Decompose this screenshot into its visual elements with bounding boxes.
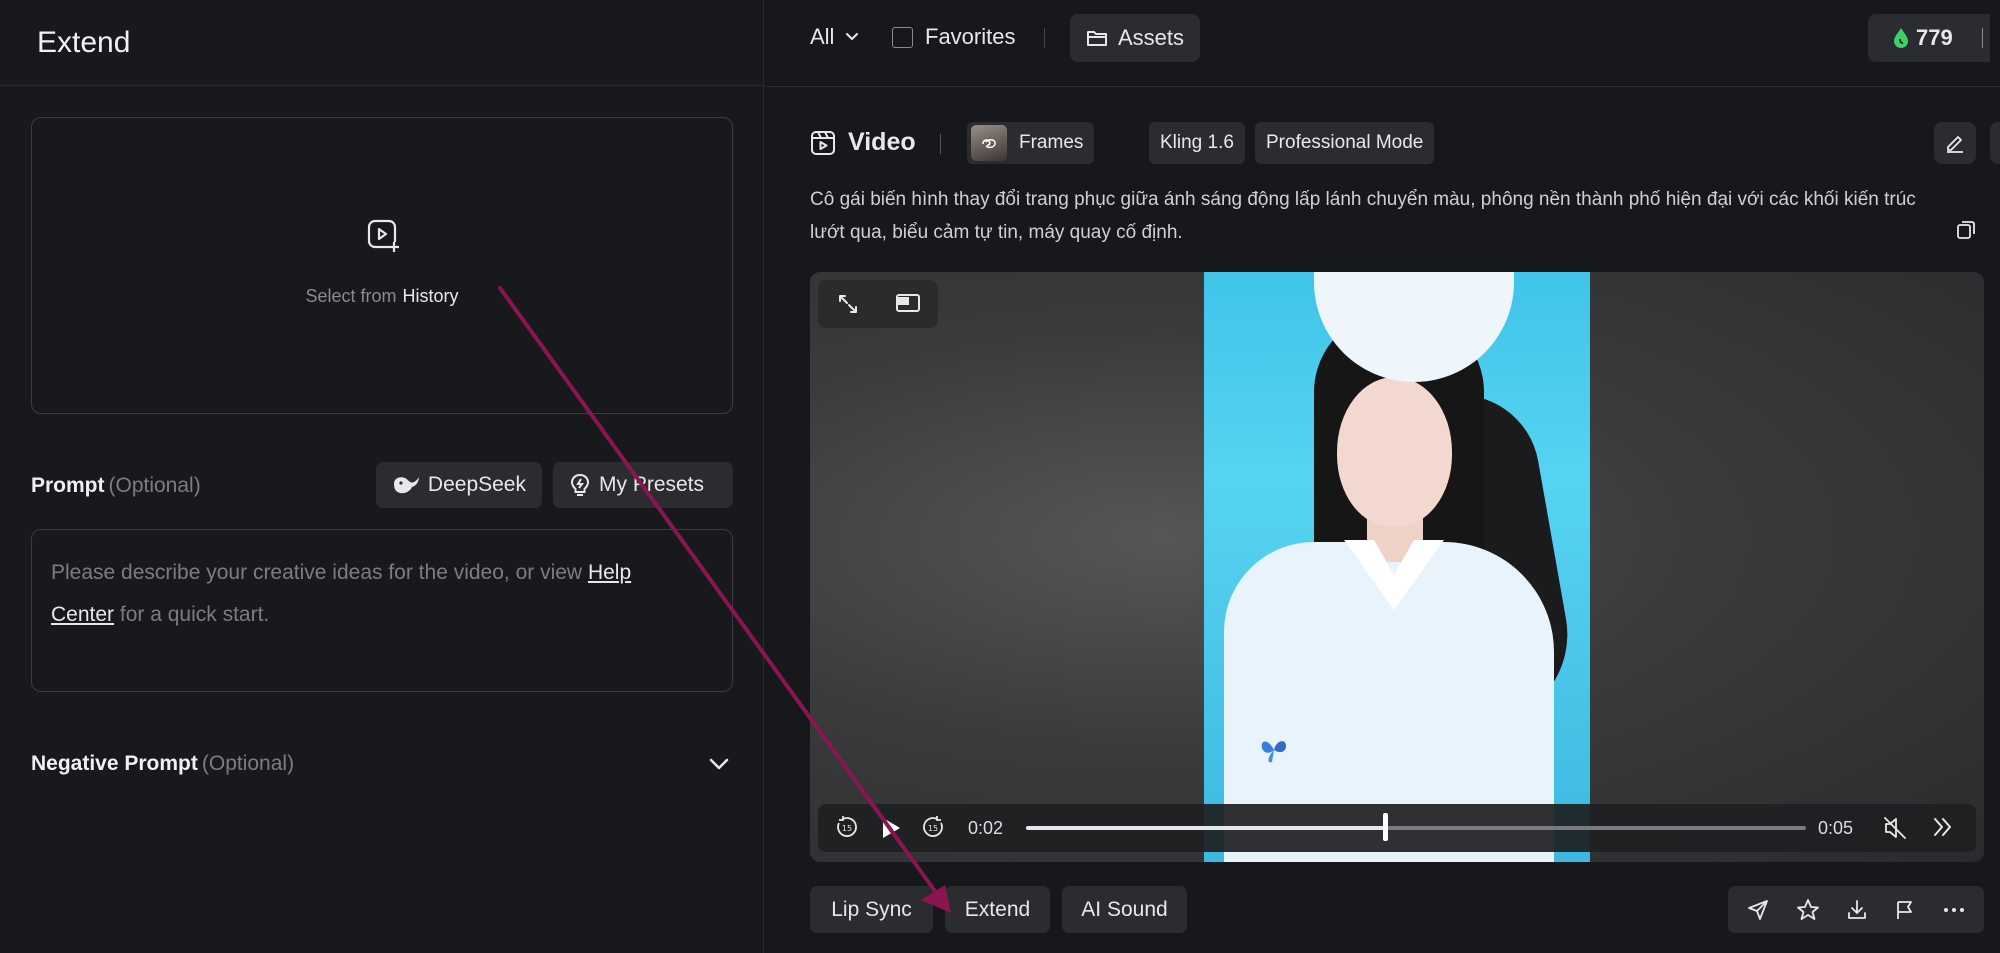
help-center-link-part1[interactable]: Help xyxy=(588,561,631,584)
prompt-label-text: Prompt xyxy=(31,474,105,497)
video-icon xyxy=(811,130,835,155)
lip-sync-label: Lip Sync xyxy=(831,897,912,921)
picture-in-picture-icon[interactable] xyxy=(895,293,921,315)
player-controls: 15 15 0:02 0:05 xyxy=(818,804,1976,852)
deepseek-label: DeepSeek xyxy=(427,473,526,496)
prompt-optional: (Optional) xyxy=(108,474,201,497)
video-title: Video xyxy=(810,128,916,157)
favorites-filter[interactable]: Favorites xyxy=(892,24,1015,50)
tag-model[interactable]: Kling 1.6 xyxy=(1149,122,1245,164)
prompt-header: Prompt (Optional) DeepSeek My Presets xyxy=(31,462,733,510)
chevron-down-icon xyxy=(846,33,859,41)
prompt-textarea[interactable]: Please describe your creative ideas for … xyxy=(31,529,733,692)
credits-balance[interactable]: 779 xyxy=(1868,14,1990,62)
progress-track[interactable] xyxy=(1026,826,1806,830)
lip-sync-button[interactable]: Lip Sync xyxy=(810,886,933,933)
video-content-face xyxy=(1337,377,1452,527)
deepseek-whale-icon xyxy=(393,477,419,494)
upload-hint: Select from History xyxy=(32,286,732,307)
prompt-label: Prompt (Optional) xyxy=(31,474,201,498)
filter-dropdown[interactable]: All xyxy=(810,24,860,50)
copy-icon[interactable] xyxy=(1955,219,1977,241)
select-from-label: Select from xyxy=(305,286,397,306)
player-overlay-tools xyxy=(818,280,938,328)
panel-title: Extend xyxy=(37,25,131,59)
svg-text:15: 15 xyxy=(842,824,852,833)
download-icon[interactable] xyxy=(1846,899,1868,921)
video-frame xyxy=(1204,272,1590,862)
video-toolbar xyxy=(1728,886,1984,933)
favorites-label: Favorites xyxy=(925,24,1016,49)
divider xyxy=(940,134,941,154)
panel-header: Extend xyxy=(0,0,763,86)
flag-icon[interactable] xyxy=(1894,899,1916,921)
prompt-placeholder-end: for a quick start. xyxy=(114,603,270,626)
tag-label: Professional Mode xyxy=(1266,132,1424,153)
add-video-icon xyxy=(367,219,399,252)
duration: 0:05 xyxy=(1818,818,1854,838)
folder-icon xyxy=(1087,31,1107,46)
svg-text:15: 15 xyxy=(928,824,938,833)
negative-prompt-label: Negative Prompt (Optional) xyxy=(31,752,294,776)
left-panel: Extend Select from History Prompt (Optiona… xyxy=(0,0,764,953)
double-chevron-right-icon[interactable] xyxy=(1931,816,1955,838)
progress-fill xyxy=(1026,826,1385,830)
fullscreen-icon[interactable] xyxy=(836,292,860,316)
send-icon[interactable] xyxy=(1747,899,1769,921)
progress-handle[interactable] xyxy=(1382,813,1388,841)
current-time: 0:02 xyxy=(968,818,1004,838)
lightbulb-icon xyxy=(570,473,590,496)
play-icon[interactable] xyxy=(880,816,902,840)
tag-label: Kling 1.6 xyxy=(1160,132,1234,153)
my-presets-button[interactable]: My Presets xyxy=(553,462,733,508)
star-icon[interactable] xyxy=(1796,898,1820,922)
video-description: Cô gái biến hình thay đổi trang phục giữ… xyxy=(810,189,1916,243)
credits-value: 779 xyxy=(1916,25,1953,50)
prompt-placeholder-start: Please describe your creative ideas for … xyxy=(51,561,588,584)
credit-drop-icon xyxy=(1894,28,1908,48)
video-upload-dropzone[interactable]: Select from History xyxy=(31,117,733,414)
video-player[interactable]: 15 15 0:02 0:05 xyxy=(810,272,1984,862)
assets-label: Assets xyxy=(1118,25,1185,50)
history-link[interactable]: History xyxy=(403,286,459,306)
extend-label: Extend xyxy=(964,897,1031,921)
mute-icon[interactable] xyxy=(1882,815,1908,841)
video-title-text: Video xyxy=(848,128,916,156)
extend-button[interactable]: Extend xyxy=(945,886,1050,933)
tag-mode[interactable]: Professional Mode xyxy=(1255,122,1435,164)
top-toolbar: All Favorites Assets 779 xyxy=(764,0,2000,87)
my-presets-label: My Presets xyxy=(599,473,705,496)
spiral-icon xyxy=(982,139,996,149)
pencil-icon xyxy=(1947,136,1963,153)
butterfly-icon xyxy=(1261,741,1286,763)
negative-prompt-text: Negative Prompt xyxy=(31,752,198,775)
right-panel: All Favorites Assets 779 Video Frames Kl… xyxy=(764,0,2000,953)
more-icon[interactable] xyxy=(1943,907,1965,913)
rewind-15-icon[interactable]: 15 xyxy=(834,814,860,840)
frames-thumbnail xyxy=(971,125,1007,161)
edit-button[interactable] xyxy=(1934,122,1976,164)
ai-sound-label: AI Sound xyxy=(1081,897,1168,921)
tag-label: Frames xyxy=(1019,132,1084,153)
video-header: Video Frames Kling 1.6 Professional Mode xyxy=(810,122,2000,166)
forward-15-icon[interactable]: 15 xyxy=(920,814,946,840)
favorites-checkbox[interactable] xyxy=(892,26,913,48)
regenerate-button[interactable] xyxy=(1990,122,2000,164)
divider xyxy=(1044,28,1045,48)
video-actions: Lip Sync Extend AI Sound xyxy=(810,886,1994,934)
assets-button[interactable]: Assets xyxy=(1070,14,1201,62)
deepseek-button[interactable]: DeepSeek xyxy=(376,462,542,508)
tag-frames[interactable]: Frames xyxy=(967,122,1095,164)
negative-prompt-toggle[interactable]: Negative Prompt (Optional) xyxy=(31,748,733,782)
chevron-down-icon[interactable] xyxy=(707,752,731,776)
ai-sound-button[interactable]: AI Sound xyxy=(1062,886,1187,933)
divider xyxy=(1982,28,1983,48)
negative-prompt-optional: (Optional) xyxy=(201,752,295,775)
help-center-link-part2[interactable]: Center xyxy=(51,603,114,626)
filter-label: All xyxy=(810,24,835,49)
